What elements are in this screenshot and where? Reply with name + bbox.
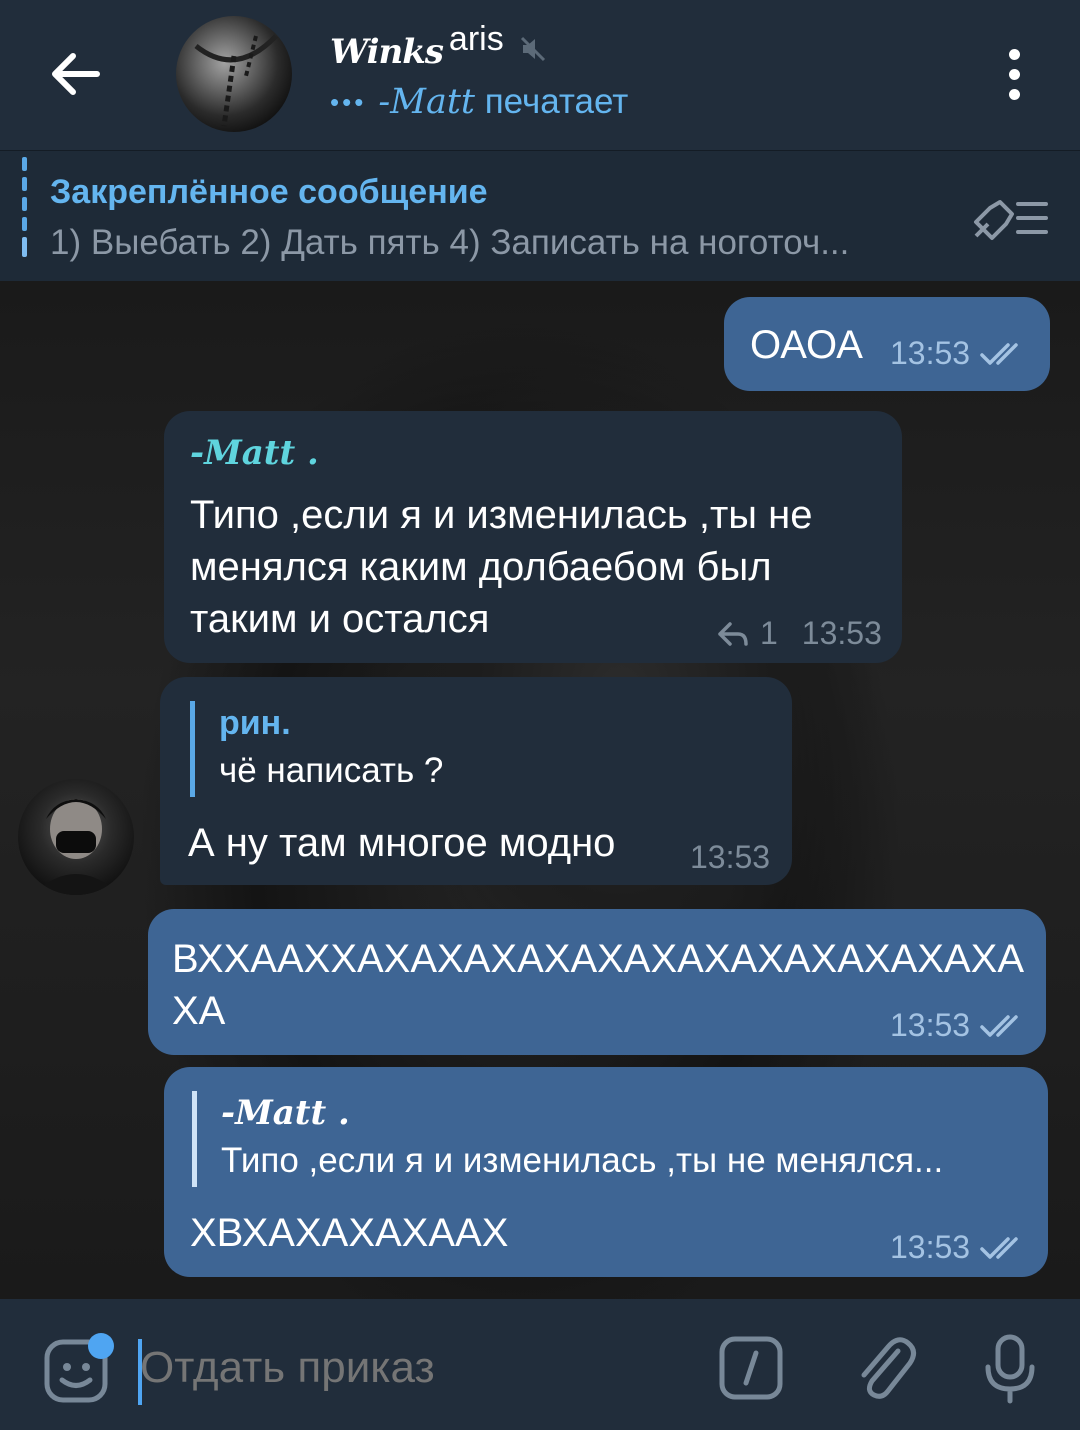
message-bubble-incoming[interactable]: -Matt . Типо ,если я и изменилась ,ты не… xyxy=(164,411,902,663)
new-stickers-badge xyxy=(88,1333,114,1359)
message-input[interactable] xyxy=(140,1343,680,1393)
message-bubble-incoming[interactable]: рин. чё написать ? А ну там многое модно… xyxy=(160,677,792,885)
reply-quote[interactable]: -Matt . Типо ,если я и изменилась ,ты не… xyxy=(192,1091,1041,1187)
message-meta: 1 13:53 xyxy=(716,615,882,652)
more-vertical-icon xyxy=(1008,48,1020,60)
message-text: А ну там многое модно xyxy=(188,821,616,865)
pin-indicator-segment xyxy=(22,157,27,171)
back-button[interactable] xyxy=(40,40,112,108)
reply-text: чё написать ? xyxy=(219,751,444,790)
pin-indicator-segment xyxy=(22,197,27,211)
message-meta: 13:53 xyxy=(890,335,1026,372)
message-time: 13:53 xyxy=(690,839,771,875)
more-vertical-icon-dot xyxy=(1008,88,1020,100)
more-menu-button[interactable] xyxy=(990,46,1038,102)
chat-avatar[interactable] xyxy=(176,16,292,132)
person-image xyxy=(32,799,120,895)
pinned-text: 1) Выебать 2) Дать пять 4) Записать на н… xyxy=(50,223,850,262)
bot-command-icon[interactable] xyxy=(718,1335,784,1401)
reply-quote[interactable]: рин. чё написать ? xyxy=(190,701,769,797)
chat-header: Winks aris ••• -Matt печатает xyxy=(0,0,1080,150)
reply-count: 1 xyxy=(760,615,778,651)
reply-author: рин. xyxy=(219,704,291,742)
message-bubble-outgoing[interactable]: ОАОА 13:53 xyxy=(724,297,1050,391)
message-sender: -Matt . xyxy=(190,433,319,473)
message-meta: 13:53 xyxy=(890,1007,1026,1044)
sender-avatar[interactable] xyxy=(18,779,134,895)
double-check-icon xyxy=(980,1014,1018,1037)
reply-author: -Matt . xyxy=(221,1093,350,1133)
pinned-message-bar[interactable]: Закреплённое сообщение 1) Выебать 2) Дат… xyxy=(0,150,1080,281)
message-time: 13:53 xyxy=(890,1229,971,1265)
typing-user-wrap: -Matt печатает xyxy=(378,82,628,122)
pin-indicator-segment xyxy=(22,177,27,191)
double-check-icon xyxy=(980,342,1018,365)
pin-indicator-segment xyxy=(22,217,27,231)
chat-messages[interactable]: ОАОА 13:53 -Matt . Типо ,если я и измени… xyxy=(0,281,1080,1299)
message-meta: 13:53 xyxy=(890,1229,1026,1266)
pin-list-icon[interactable] xyxy=(970,192,1052,242)
chat-title-script: Winks xyxy=(330,32,444,72)
message-text: ХВХАХАХАХААХ xyxy=(190,1211,509,1255)
message-time: 13:53 xyxy=(890,335,971,371)
more-vertical-icon-dot xyxy=(1008,68,1020,80)
pin-indicator-active xyxy=(22,237,27,257)
typing-status: ••• -Matt печатает xyxy=(330,82,628,122)
message-time: 13:53 xyxy=(801,615,882,651)
message-text: ОАОА xyxy=(750,323,863,367)
attach-icon[interactable] xyxy=(852,1333,918,1405)
microphone-icon[interactable] xyxy=(982,1333,1038,1405)
pinned-title: Закреплённое сообщение xyxy=(50,173,488,211)
typing-action: печатает xyxy=(484,82,629,121)
double-check-icon xyxy=(980,1236,1018,1259)
message-input-bar xyxy=(0,1299,1080,1430)
chat-title[interactable]: Winks aris xyxy=(330,20,548,72)
reply-text: Типо ,если я и изменилась ,ты не менялся… xyxy=(221,1141,944,1180)
mute-icon xyxy=(520,36,545,62)
chat-title-text: aris xyxy=(448,20,504,58)
back-arrow-icon xyxy=(52,53,100,95)
chain-image xyxy=(194,34,278,127)
reply-arrow-icon xyxy=(718,621,748,646)
message-meta: 13:53 xyxy=(690,839,770,876)
message-bubble-outgoing[interactable]: ВХХААХХАХАХАХАХАХАХАХАХАХАХАХАХА ХА 13:5… xyxy=(148,909,1046,1055)
typing-user: -Matt xyxy=(378,82,475,122)
message-time: 13:53 xyxy=(890,1007,971,1043)
typing-dots: ••• xyxy=(330,86,367,117)
message-bubble-outgoing[interactable]: -Matt . Типо ,если я и изменилась ,ты не… xyxy=(164,1067,1048,1277)
